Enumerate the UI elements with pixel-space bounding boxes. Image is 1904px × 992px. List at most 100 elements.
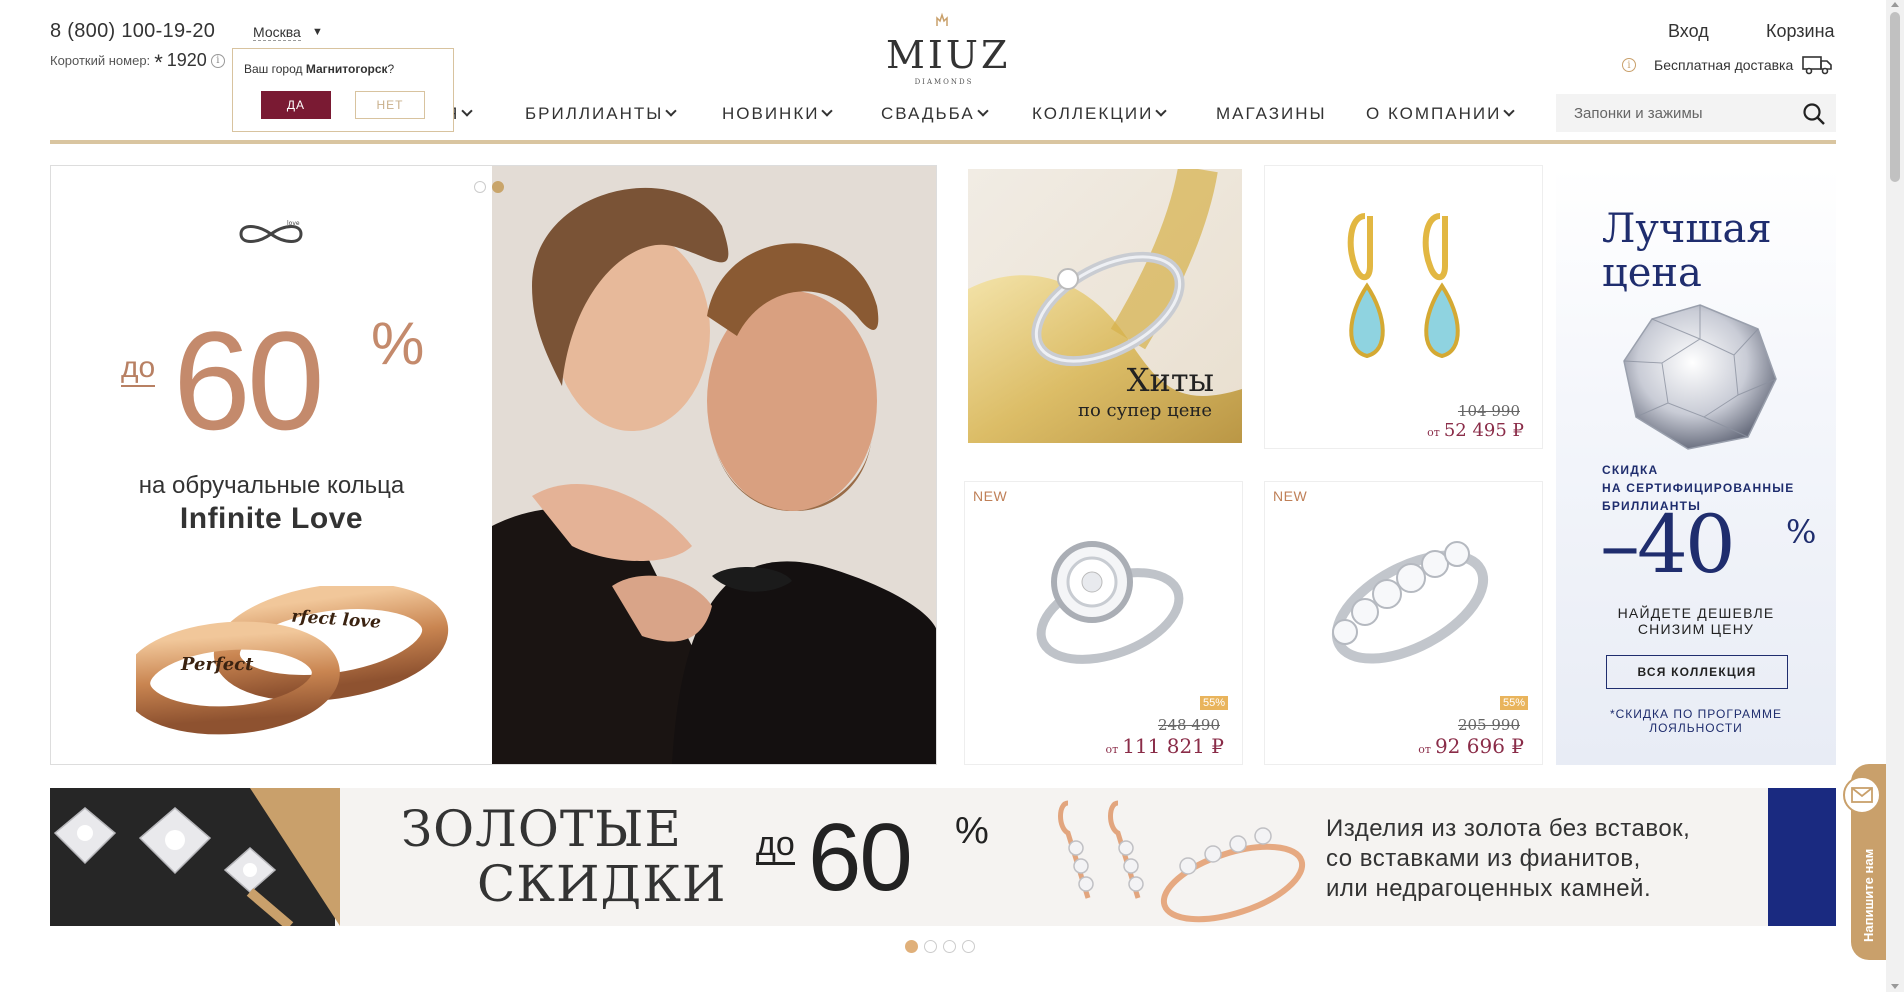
nav-item-about[interactable]: О КОМПАНИИ: [1366, 104, 1515, 124]
new-label: NEW: [1273, 488, 1308, 504]
wedding-rings-image: Perfect rfect love: [136, 586, 449, 735]
banner-desc-line1: Изделия из золота без вставок,: [1326, 815, 1691, 842]
nav-item-collections[interactable]: КОЛЛЕКЦИИ: [1032, 104, 1167, 124]
nav-item-label: НОВИНКИ: [722, 104, 820, 123]
brand-logo[interactable]: MIUZ: [886, 36, 1007, 74]
hero-slider-dots: [474, 181, 504, 193]
chevron-down-icon[interactable]: ▼: [312, 26, 323, 38]
city-no-button[interactable]: НЕТ: [355, 91, 425, 119]
chevron-down-icon: [665, 105, 677, 117]
nav-item-diamonds[interactable]: БРИЛЛИАНТЫ: [525, 104, 677, 124]
old-price: 248 490: [1157, 716, 1220, 734]
nav-item-label: МАГАЗИНЫ: [1216, 104, 1327, 123]
logo-mark-icon: [936, 12, 948, 26]
nav-item-stores[interactable]: МАГАЗИНЫ: [1216, 104, 1327, 124]
price-value: 92 696 ₽: [1434, 734, 1524, 758]
loyalty-note-line2: ЛОЯЛЬНОСТИ: [1649, 721, 1743, 735]
slider-dot[interactable]: [474, 181, 486, 193]
city-selector[interactable]: Москва: [253, 24, 301, 41]
slider-dot[interactable]: [962, 940, 975, 953]
banner-description: Изделия из золота без вставок, со вставк…: [1326, 814, 1690, 904]
discount-badge: 55%: [1199, 696, 1228, 710]
best-price-title-line1: Лучшая: [1602, 206, 1772, 252]
couple-photo: [492, 166, 936, 764]
login-link[interactable]: Вход: [1668, 21, 1709, 42]
chevron-down-icon: [1503, 105, 1515, 117]
banner-blue-edge: [1768, 788, 1836, 926]
banner-slider-dots: [905, 940, 975, 953]
gold-sale-banner[interactable]: ЗОЛОТЫЕ СКИДКИ до 60 % Изделия из золота…: [50, 788, 1836, 926]
chat-label: Напишите нам: [1861, 848, 1876, 942]
best-price-title: Лучшая цена: [1602, 207, 1772, 295]
best-price-guarantee: НАЙДЕТЕ ДЕШЕВЛЕ СНИЗИМ ЦЕНУ: [1556, 605, 1836, 637]
envelope-icon: [1843, 776, 1881, 814]
phone-number[interactable]: 8 (800) 100-19-20: [50, 20, 215, 43]
slider-dot[interactable]: [943, 940, 956, 953]
city-question: Ваш город Магнитогорск?: [244, 62, 394, 76]
product-tile-ring-halo[interactable]: NEW 55% 248 490 от 111 821 ₽: [964, 481, 1243, 765]
chat-tab[interactable]: Напишите нам: [1843, 764, 1888, 960]
banner-desc-line3: или недрагоценных камней.: [1326, 875, 1652, 902]
product-tile-ring-eternity[interactable]: NEW 55% 205 990 от 92 696 ₽: [1264, 481, 1543, 765]
product-price: от 92 696 ₽: [1418, 734, 1524, 758]
ring-engraving-2: rfect love: [291, 607, 382, 633]
short-number-label: Короткий номер:: [50, 53, 151, 68]
all-collection-button[interactable]: ВСЯ КОЛЛЕКЦИЯ: [1606, 655, 1788, 689]
scroll-up-arrow-icon[interactable]: [1891, 2, 1899, 7]
delivery-info-icon[interactable]: i: [1622, 58, 1636, 72]
cart-link[interactable]: Корзина: [1766, 21, 1835, 42]
product-price: от 111 821 ₽: [1105, 734, 1224, 758]
best-price-value: –40: [1600, 498, 1736, 591]
chevron-down-icon: [821, 105, 834, 117]
city-confirm-popup: Ваш город Магнитогорск? ДА НЕТ: [232, 48, 454, 132]
price-value: 111 821 ₽: [1122, 734, 1224, 758]
short-number-star: *: [154, 49, 163, 75]
slider-dot-active[interactable]: [492, 181, 504, 193]
hero-value: 60: [173, 302, 325, 459]
new-label: NEW: [973, 488, 1008, 504]
hero-do: до: [121, 351, 156, 387]
old-price: 104 990: [1457, 402, 1520, 420]
loyalty-note-line1: *СКИДКА ПО ПРОГРАММЕ: [1609, 707, 1783, 721]
nav-item-wedding[interactable]: СВАДЬБА: [881, 104, 989, 124]
slider-dot-active[interactable]: [905, 940, 918, 953]
search-box: [1556, 94, 1836, 132]
price-from: от: [1105, 743, 1119, 756]
short-number-value: 1920: [166, 50, 207, 70]
scroll-thumb[interactable]: [1890, 12, 1900, 182]
city-yes-button[interactable]: ДА: [261, 91, 331, 119]
chevron-down-icon: [1155, 105, 1167, 117]
delivery-text: Бесплатная доставка: [1654, 57, 1794, 73]
search-icon[interactable]: [1801, 101, 1827, 127]
nav-item-new[interactable]: НОВИНКИ: [722, 104, 834, 124]
search-input[interactable]: [1556, 94, 1792, 132]
product-tile-earrings[interactable]: 104 990 от 52 495 ₽: [1264, 165, 1543, 449]
banner-do: до: [756, 825, 795, 865]
hero-slider[interactable]: love до 60 % на обручальные кольца Infin…: [50, 165, 937, 765]
best-price-title-line2: цена: [1602, 250, 1702, 296]
slider-dot[interactable]: [924, 940, 937, 953]
banner-percent: %: [955, 810, 989, 852]
infinite-love-logo: love: [239, 220, 303, 243]
nav-item-label: БРИЛЛИАНТЫ: [525, 104, 664, 123]
scroll-down-arrow-icon[interactable]: [1891, 984, 1899, 989]
city-question-suffix: ?: [387, 62, 395, 76]
hits-subtitle: по супер цене: [1078, 400, 1212, 421]
city-question-prefix: Ваш город: [244, 62, 303, 76]
hits-promo-tile[interactable]: Хиты по супер цене: [968, 169, 1242, 443]
brand-logo-sub: DIAMONDS: [914, 78, 974, 86]
page-scrollbar[interactable]: [1886, 0, 1904, 992]
chevron-down-icon: [977, 105, 989, 117]
ring-engraving-1: Perfect: [180, 654, 254, 675]
hero-subtitle: на обручальные кольца: [138, 472, 405, 499]
gold-jewelry-image: [1058, 800, 1306, 923]
best-price-promo[interactable]: Лучшая цена СКИДКА НА СЕРТИФИЦИРОВАННЫЕ Б…: [1556, 167, 1836, 765]
best-price-guarantee-line1: НАЙДЕТЕ ДЕШЕВЛЕ: [1617, 605, 1775, 621]
banner-title-line1: ЗОЛОТЫЕ: [401, 800, 682, 858]
truck-icon: [1802, 56, 1832, 75]
hero-percent: %: [371, 310, 425, 377]
info-icon[interactable]: i: [210, 53, 225, 68]
banner-value: 60: [808, 804, 913, 911]
short-number: Короткий номер: * 1920 i: [50, 49, 225, 75]
price-value: 52 495 ₽: [1443, 420, 1524, 441]
